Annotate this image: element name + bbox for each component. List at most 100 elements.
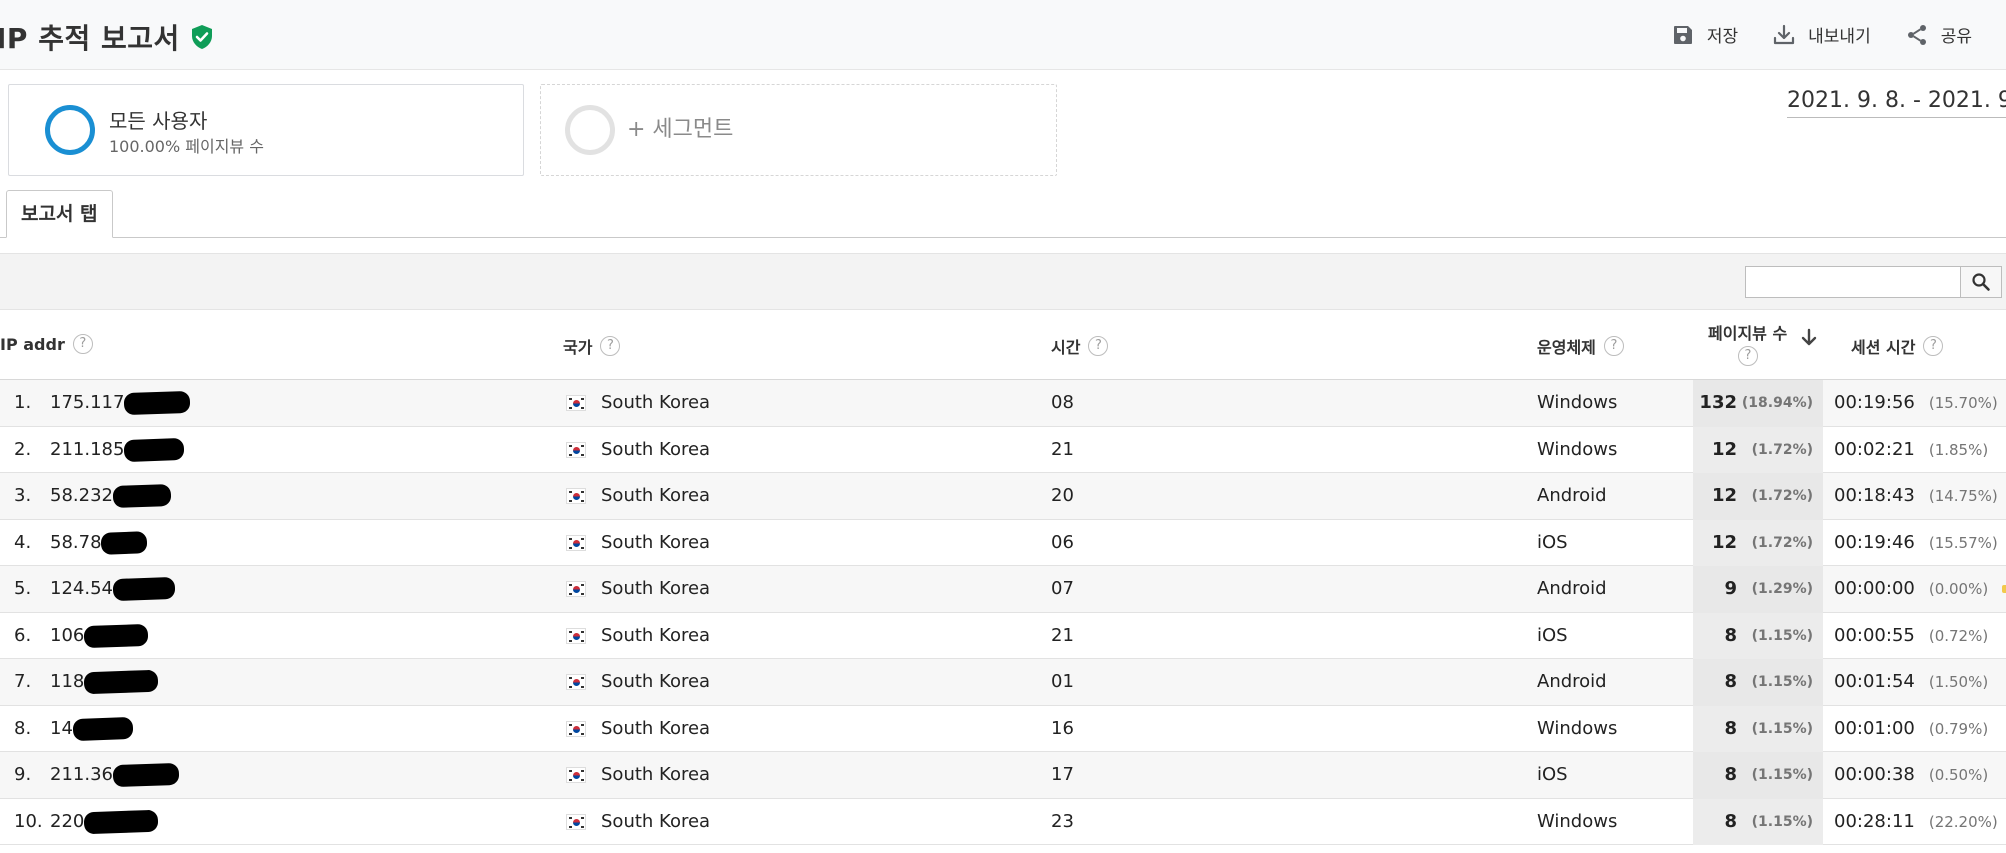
ip-cell[interactable]: 220. xyxy=(50,799,159,845)
help-icon[interactable]: ? xyxy=(600,336,621,356)
country-cell[interactable]: South Korea xyxy=(601,520,710,566)
table-search-input[interactable] xyxy=(1745,266,1961,298)
header-time[interactable]: 시간 ? xyxy=(1051,334,1109,358)
redaction-mark xyxy=(83,623,149,648)
redaction-mark xyxy=(100,530,148,555)
pageviews-cell: 132 (18.94%) xyxy=(1693,380,1823,427)
table-row[interactable]: 9. 211.36. South Korea 17 iOS 8 (1.15%) 00:00:3… xyxy=(0,752,2006,799)
os-cell: Windows xyxy=(1537,438,1618,460)
os-cell: Windows xyxy=(1537,717,1618,739)
row-index: 9. xyxy=(14,764,32,785)
report-header: IP 추적 보고서 저장 내보내기 공유 xyxy=(0,0,2006,70)
session-value: 00:19:46 xyxy=(1834,531,1915,553)
pageviews-value: 8 xyxy=(1724,717,1737,739)
pageviews-value: 8 xyxy=(1724,810,1737,832)
header-pageviews[interactable]: 페이지뷰 수 ? xyxy=(1693,320,1823,378)
pageviews-value: 9 xyxy=(1724,578,1737,599)
country-cell[interactable]: South Korea xyxy=(601,799,710,845)
help-icon[interactable]: ? xyxy=(1088,336,1109,356)
flag-south-korea-icon xyxy=(566,441,586,459)
date-range-picker[interactable]: 2021. 9. 8. - 2021. 9. xyxy=(1787,88,2006,118)
table-row[interactable]: 8. 14. South Korea 16 Windows 8 (1.15%) 00:01:0… xyxy=(0,705,2006,752)
add-segment-button[interactable]: + 세그먼트 xyxy=(540,84,1057,176)
ip-cell[interactable]: 175.117. xyxy=(50,380,191,426)
os-cell: iOS xyxy=(1537,531,1568,553)
header-country-label: 국가 xyxy=(563,338,593,357)
country-cell[interactable]: South Korea xyxy=(601,659,710,705)
sort-descending-icon[interactable] xyxy=(1800,328,1818,348)
header-session[interactable]: 세션 시간 ? xyxy=(1851,334,1944,358)
tab-report[interactable]: 보고서 탭 xyxy=(6,190,113,238)
pageviews-cell: 8 (1.15%) xyxy=(1693,798,1823,845)
table-row[interactable]: 1. 175.117. South Korea 08 Windows 132 (18.94%… xyxy=(0,380,2006,427)
help-icon[interactable]: ? xyxy=(1738,346,1758,366)
os-cell: iOS xyxy=(1537,624,1568,646)
search-button[interactable] xyxy=(1960,266,2002,298)
flag-south-korea-icon xyxy=(566,813,586,831)
time-cell: 21 xyxy=(1051,438,1074,460)
session-percent: (0.00%) xyxy=(1928,580,1989,598)
session-cell: 00:18:43 (14.75%) xyxy=(1834,473,1998,519)
pageviews-value: 12 xyxy=(1711,531,1737,553)
ip-text: 124.54. xyxy=(50,578,119,599)
export-button[interactable]: 내보내기 xyxy=(1772,22,1871,47)
table-row[interactable]: 4. 58.78. South Korea 06 iOS 12 (1.72%) 00:19:4… xyxy=(0,519,2006,566)
country-cell[interactable]: South Korea xyxy=(601,706,710,752)
ip-cell[interactable]: 118. xyxy=(50,659,159,705)
session-cell: 00:00:00 (0.00%) xyxy=(1834,566,1988,612)
country-cell[interactable]: South Korea xyxy=(601,473,710,519)
flag-south-korea-icon xyxy=(566,674,586,691)
session-cell: 00:19:46 (15.57%) xyxy=(1834,520,1998,566)
table-row[interactable]: 5. 124.54. South Korea 07 Android 9 (1.29%) 00:… xyxy=(0,566,2006,613)
share-button[interactable]: 공유 xyxy=(1905,22,1972,47)
flag-south-korea-icon xyxy=(566,395,586,412)
header-os[interactable]: 운영체제 ? xyxy=(1537,334,1624,358)
table-row[interactable]: 10. 220. South Korea 23 Windows 8 (1.15%) 00:28… xyxy=(0,798,2006,845)
flag-south-korea-icon xyxy=(566,720,586,738)
redaction-mark xyxy=(72,716,134,741)
help-icon[interactable]: ? xyxy=(1603,336,1624,356)
session-value: 00:00:38 xyxy=(1834,764,1915,785)
table-row[interactable]: 3. 58.232. South Korea 20 Android 12 (1.72%) 00… xyxy=(0,473,2006,520)
redaction-mark xyxy=(112,762,180,788)
report-tab-strip: 보고서 탭 xyxy=(0,190,2006,238)
country-cell[interactable]: South Korea xyxy=(601,613,710,659)
redaction-mark xyxy=(123,437,185,462)
session-cell: 00:01:54 (1.50%) xyxy=(1834,659,1988,705)
country-cell[interactable]: South Korea xyxy=(601,427,710,473)
table-row[interactable]: 2. 211.185. South Korea 21 Windows 12 (1.72%) 0… xyxy=(0,426,2006,473)
session-percent: (0.50%) xyxy=(1928,766,1989,784)
pageviews-value: 12 xyxy=(1711,485,1737,506)
pageviews-cell: 8 (1.15%) xyxy=(1693,612,1823,659)
table-row[interactable]: 7. 118. South Korea 01 Android 8 (1.15%) 00:01:… xyxy=(0,659,2006,706)
ip-cell[interactable]: 211.36. xyxy=(50,752,180,798)
pageviews-value: 12 xyxy=(1711,438,1737,460)
session-value: 00:01:54 xyxy=(1834,671,1915,692)
country-cell[interactable]: South Korea xyxy=(601,752,710,798)
ip-text: 211.185. xyxy=(50,438,131,460)
ip-cell[interactable]: 14. xyxy=(50,706,134,752)
pageviews-cell: 9 (1.29%) xyxy=(1693,566,1823,613)
pageviews-value: 8 xyxy=(1724,671,1737,692)
save-button[interactable]: 저장 xyxy=(1671,22,1738,47)
ip-cell[interactable]: 211.185. xyxy=(50,427,185,473)
ip-cell[interactable]: 58.78. xyxy=(50,520,148,566)
ip-cell[interactable]: 124.54. xyxy=(50,566,176,612)
help-icon[interactable]: ? xyxy=(1923,336,1944,356)
pageviews-percent: (1.15%) xyxy=(1751,767,1813,783)
flag-south-korea-icon xyxy=(566,534,586,552)
ip-cell[interactable]: 58.232. xyxy=(50,473,172,519)
pageviews-percent: (1.15%) xyxy=(1751,674,1813,690)
header-country[interactable]: 국가 ? xyxy=(563,334,621,358)
session-percent: (22.20%) xyxy=(1928,812,1998,831)
help-icon[interactable]: ? xyxy=(72,334,93,354)
ip-cell[interactable]: 106. xyxy=(50,613,149,659)
table-row[interactable]: 6. 106. South Korea 21 iOS 8 (1.15%) 00:00:55 (0… xyxy=(0,612,2006,659)
header-ip[interactable]: IP addr ? xyxy=(0,334,93,354)
header-time-label: 시간 xyxy=(1051,338,1081,357)
country-cell[interactable]: South Korea xyxy=(601,566,710,612)
country-cell[interactable]: South Korea xyxy=(601,380,710,426)
pageviews-cell: 8 (1.15%) xyxy=(1693,752,1823,799)
export-label: 내보내기 xyxy=(1808,27,1871,47)
segment-all-users[interactable]: 모든 사용자 100.00% 페이지뷰 수 xyxy=(8,84,524,176)
